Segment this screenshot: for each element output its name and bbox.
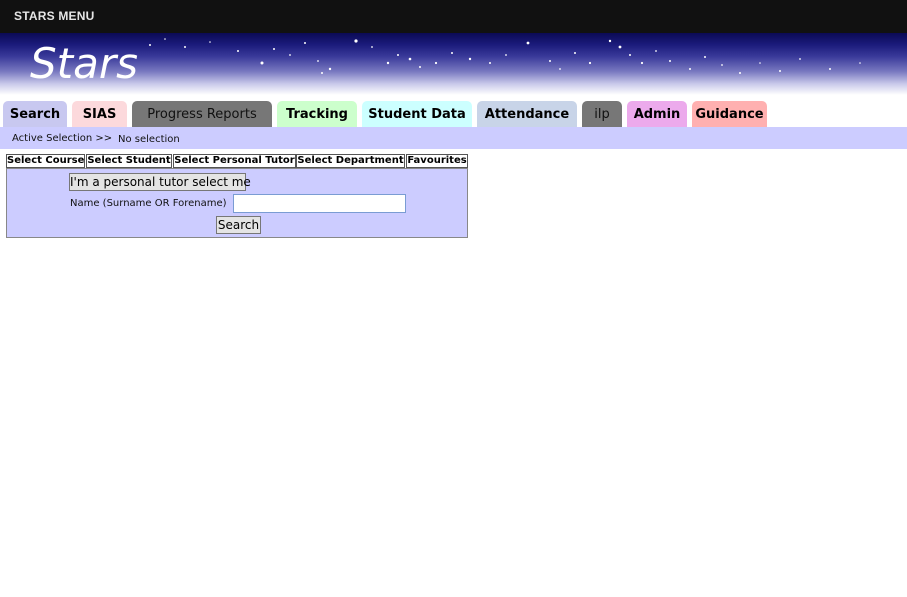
name-field-label: Name (Surname OR Forename) [70,198,227,209]
personal-tutor-search-form: I'm a personal tutor select me Name (Sur… [6,168,468,238]
star-dot [184,46,186,48]
star-dot [317,60,319,62]
star-dot [260,61,264,65]
star-dot [759,62,761,64]
star-dot [559,68,561,70]
stars-banner: Stars [0,33,907,95]
star-dot [451,52,453,54]
tab-select-personal-tutor[interactable]: Select Personal Tutor [173,154,296,168]
star-dot [655,50,657,52]
tab-progress-reports[interactable]: Progress Reports [132,101,272,127]
star-dot [629,54,631,56]
tab-select-course[interactable]: Select Course [6,154,85,168]
tab-attendance[interactable]: Attendance [477,101,577,127]
star-dot [273,48,275,50]
star-dot [289,54,291,56]
star-dot [434,61,438,65]
star-dot [209,41,211,43]
star-dot [704,56,706,58]
star-dot [574,52,576,54]
star-dot [354,39,358,43]
tab-favourites[interactable]: Favourites [406,154,468,168]
tab-admin[interactable]: Admin [627,101,687,127]
star-dot [371,46,373,48]
star-dot [640,61,644,65]
star-dot [328,67,332,71]
star-dot [397,54,399,56]
stars-menu-title[interactable]: STARS MENU [14,9,94,23]
star-dot [618,45,622,49]
star-dot [799,58,801,60]
star-dot [505,54,507,56]
active-selection-value: No selection [118,134,180,145]
tab-tracking[interactable]: Tracking [277,101,357,127]
tab-student-data[interactable]: Student Data [362,101,472,127]
top-menu-bar: STARS MENU [0,0,907,33]
tab-select-department[interactable]: Select Department [296,154,405,168]
star-dot [859,62,861,64]
tab-sias[interactable]: SIAS [72,101,127,127]
star-dot [669,60,671,62]
star-dot [779,70,781,72]
main-nav-tabs: Search SIAS Progress Reports Tracking St… [0,100,907,127]
star-dot [408,57,412,61]
star-dot [549,60,551,62]
star-dot [588,61,592,65]
search-button[interactable]: Search [216,216,261,234]
star-dot [526,41,530,45]
star-dot [386,61,390,65]
tab-select-student[interactable]: Select Student [86,154,172,168]
star-dot [468,57,472,61]
app-logo-title: Stars [30,39,139,88]
name-search-input[interactable] [233,194,406,213]
select-me-as-tutor-button[interactable]: I'm a personal tutor select me [69,173,251,191]
tab-guidance[interactable]: Guidance [692,101,767,127]
active-selection-bar: Active Selection >> No selection [0,127,907,149]
star-dot [304,42,306,44]
star-dot [321,72,323,74]
tab-ilp[interactable]: ilp [582,101,622,127]
tab-search[interactable]: Search [3,101,67,127]
search-panel: Select Course Select Student Select Pers… [6,154,468,238]
star-dot [689,68,691,70]
star-dot [721,64,723,66]
star-dot [164,38,166,40]
star-dot [739,72,741,74]
star-dot [829,68,831,70]
star-dot [608,39,612,43]
star-dot [489,62,491,64]
star-dot [419,66,421,68]
star-dot [149,44,151,46]
active-selection-label: Active Selection >> [12,133,113,144]
star-dot [237,50,239,52]
